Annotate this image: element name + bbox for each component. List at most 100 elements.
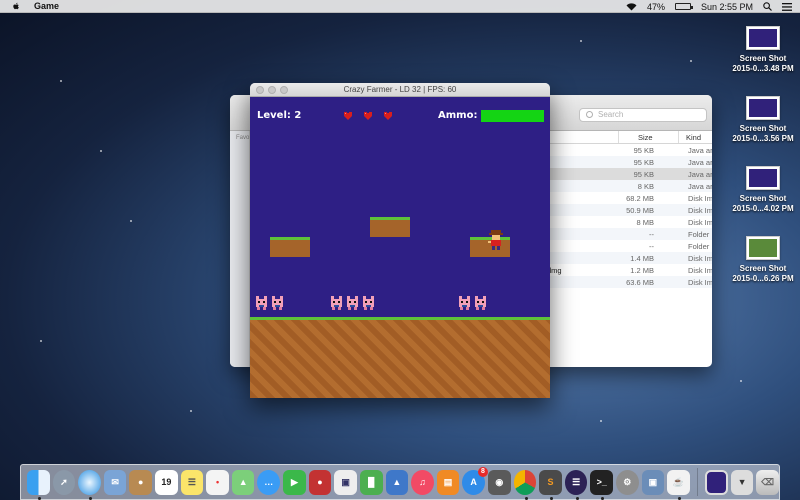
platform [270,237,310,257]
pig-enemy-sprite [459,296,470,310]
trash-icon[interactable]: ⌫ [756,469,779,495]
apple-icon[interactable] [12,2,20,11]
chrome-icon[interactable] [513,469,537,500]
ibooks-icon[interactable]: ▤ [436,469,460,495]
pig-enemy-sprite [347,296,358,310]
notes-icon[interactable]: ☰ [180,469,204,495]
menubar: Game 47% Sun 2:55 PM [0,0,800,13]
ammo-bar [481,110,544,122]
clock[interactable]: Sun 2:55 PM [701,2,753,12]
spotlight-icon[interactable] [763,2,772,11]
messages-icon[interactable]: … [257,469,281,495]
search-icon [586,111,593,118]
file-kind: Disk Image [688,194,712,203]
file-kind: Java archive [688,158,712,167]
level-label: Level: 2 [257,110,302,121]
desktop-screenshot-4[interactable]: Screen Shot 2015-0...6.26 PM [728,236,798,284]
desktop-icon-date: 2015-0...3.56 PM [732,134,794,143]
star [60,80,62,82]
desktop-screenshot-2[interactable]: Screen Shot 2015-0...3.56 PM [728,96,798,144]
file-kind: Disk Image [688,254,712,263]
sublime-text-icon[interactable]: S [539,469,562,500]
desktop-icon-label: Screen Shot [739,124,787,133]
heart-icon [344,112,352,120]
battery-percent[interactable]: 47% [647,2,665,12]
star [190,410,192,412]
pig-enemy-sprite [475,296,486,310]
game-window-title: Crazy Farmer - LD 32 | FPS: 60 [343,85,457,94]
java-icon[interactable]: ☕ [667,469,690,500]
star [600,420,602,422]
pig-enemy-sprite [363,296,374,310]
file-kind: Java archive [688,170,712,179]
game-titlebar[interactable]: Crazy Farmer - LD 32 | FPS: 60 [250,83,550,97]
star [740,380,742,382]
farmer-player-sprite [488,230,503,250]
app-menu-name[interactable]: Game [34,1,59,11]
search-placeholder: Search [598,110,624,119]
screenshot-thumbnail [746,96,780,120]
file-size: -- [649,230,654,239]
contacts-icon[interactable]: ● [129,469,153,495]
pig-enemy-sprite [331,296,342,310]
image-capture-icon[interactable]: ▣ [641,469,665,495]
file-size: 68.2 MB [626,194,654,203]
close-button[interactable] [256,86,264,94]
wifi-icon[interactable] [626,2,637,11]
minimize-button[interactable] [268,86,276,94]
file-kind: Disk Image [688,278,712,287]
finder-icon[interactable] [27,469,50,500]
desktop-screenshot-3[interactable]: Screen Shot 2015-0...4.02 PM [728,166,798,214]
system-preferences-icon[interactable]: ⚙ [616,469,639,495]
desktop-icon-label: Screen Shot [739,54,787,63]
finder-search-field[interactable]: Search [579,108,707,122]
file-size: -- [649,242,654,251]
desktop-icon-date: 2015-0...4.02 PM [732,204,794,213]
file-size: 8 KB [637,182,654,191]
downloads-stack-icon[interactable]: ▼ [730,469,754,495]
battery-icon[interactable] [674,3,693,10]
facetime-icon[interactable]: ▶ [283,469,306,495]
photo-booth-icon[interactable]: ● [308,469,332,495]
preview-icon[interactable]: ▣ [334,469,357,495]
desktop-icon-label: Screen Shot [739,194,787,203]
app-store-icon[interactable]: A8 [462,466,488,495]
calendar-icon[interactable]: 19 [155,469,178,495]
column-kind[interactable]: Kind [686,133,701,142]
desktop-screenshot-1[interactable]: Screen Shot 2015-0...3.48 PM [728,26,798,74]
itunes-icon[interactable]: ♫ [411,469,434,495]
numbers-icon[interactable]: █ [359,469,383,495]
file-kind: Disk Image [688,206,712,215]
app-store-badge: 8 [477,466,488,477]
eclipse-icon[interactable]: ☰ [564,469,588,500]
gimp-icon[interactable]: ◉ [487,469,511,495]
mail-icon[interactable]: ✉ [103,469,127,495]
file-kind: Disk Image [688,266,712,275]
file-size: 95 KB [633,146,654,155]
star [40,340,42,342]
heart-icon [384,112,392,120]
launchpad-icon[interactable]: ➚ [52,469,76,495]
desktop-stack-icon[interactable] [704,469,728,495]
heart-icon [364,112,372,120]
screenshot-thumbnail [746,166,780,190]
file-kind: Java archive [688,146,712,155]
pig-enemy-sprite [272,296,283,310]
star [580,40,582,42]
column-size[interactable]: Size [638,133,653,142]
notification-center-icon[interactable] [782,2,792,11]
file-size: 95 KB [633,170,654,179]
reminders-icon[interactable]: • [206,469,229,495]
game-window[interactable]: Crazy Farmer - LD 32 | FPS: 60 Level: 2 … [250,83,550,398]
file-kind: Folder [688,230,710,239]
zoom-button[interactable] [280,86,288,94]
safari-icon[interactable] [78,469,101,500]
screenshot-thumbnail [746,26,780,50]
terminal-icon[interactable]: >_ [590,469,614,500]
maps-icon[interactable]: ▲ [231,469,255,495]
keynote-icon[interactable]: ▲ [385,469,409,495]
game-canvas[interactable]: Level: 2 Ammo: [250,97,550,317]
calendar-day: 19 [161,477,172,487]
star [130,220,132,222]
file-size: 63.6 MB [626,278,654,287]
